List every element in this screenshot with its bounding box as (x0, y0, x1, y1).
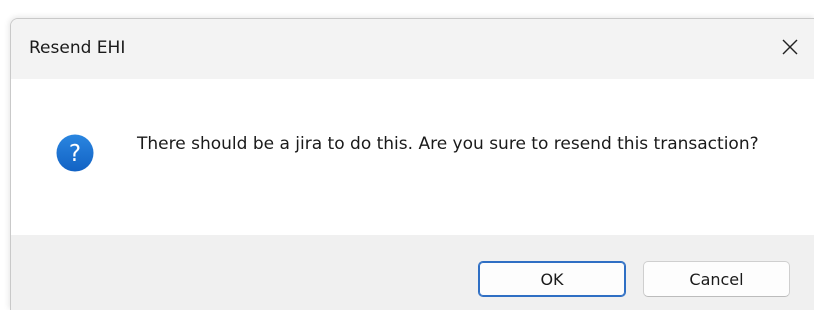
dialog-content: ? There should be a jira to do this. Are… (11, 79, 814, 235)
dialog-footer: OK Cancel (11, 235, 814, 310)
message-dialog: Resend EHI ? There should be a jira to d… (10, 18, 814, 310)
close-icon (782, 39, 798, 55)
dialog-title: Resend EHI (29, 38, 126, 58)
ok-button[interactable]: OK (478, 261, 626, 297)
dialog-titlebar: Resend EHI (11, 19, 814, 79)
svg-text:?: ? (69, 141, 81, 167)
question-icon: ? (56, 134, 94, 172)
close-button[interactable] (765, 19, 814, 75)
dialog-message: There should be a jira to do this. Are y… (137, 134, 759, 154)
cancel-button[interactable]: Cancel (643, 261, 790, 297)
